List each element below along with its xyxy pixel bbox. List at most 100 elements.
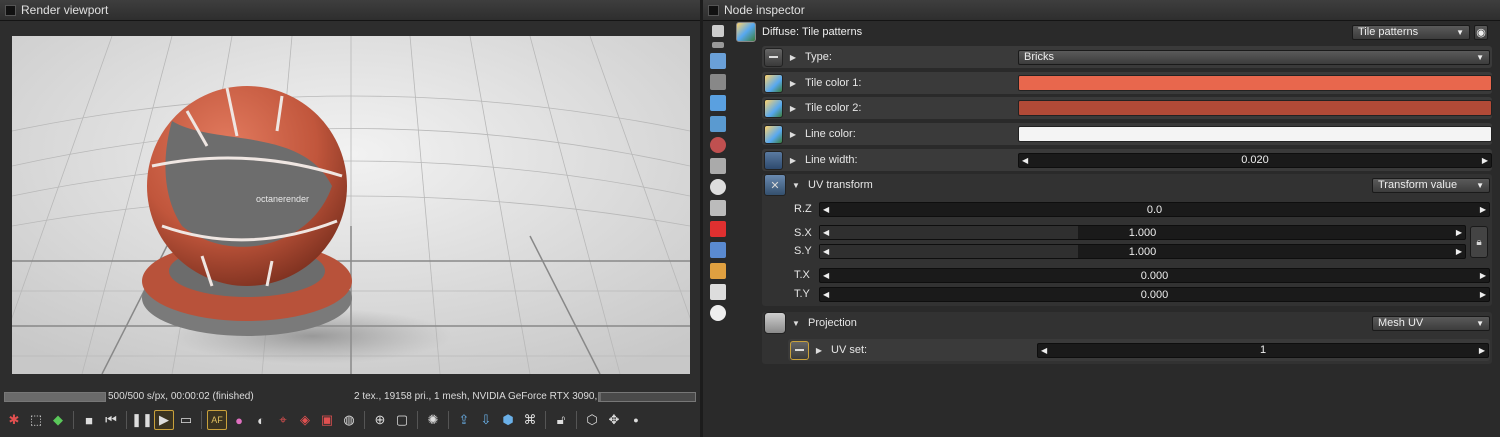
arrow-left-icon[interactable]: ◀ (1041, 346, 1047, 355)
zoom-icon[interactable]: ⊕ (370, 410, 390, 430)
line-width-slider[interactable]: ◀ 0.020 ▶ (1018, 152, 1492, 168)
expand-triangle-icon[interactable]: ▶ (787, 53, 799, 62)
pause-icon[interactable]: ❚❚ (131, 410, 153, 430)
windows-icon[interactable] (712, 25, 724, 37)
expand-triangle-icon[interactable]: ▶ (787, 79, 799, 88)
node-thumbnail[interactable] (736, 22, 756, 42)
image-icon[interactable] (710, 53, 726, 69)
export-icon[interactable]: ⇪ (454, 410, 474, 430)
red-cube-icon[interactable] (710, 221, 726, 237)
inspector-title: Node inspector (724, 3, 805, 17)
region-icon[interactable]: ⬚ (26, 410, 46, 430)
sy-slider[interactable]: ◀ 1.000 ▶ (819, 244, 1466, 259)
display-icon[interactable]: ▭ (176, 410, 196, 430)
move-icon[interactable]: ✥ (604, 410, 624, 430)
render-image[interactable]: octanerender (12, 36, 690, 374)
environment-icon[interactable] (710, 95, 726, 111)
picker-icon[interactable]: ◐ (251, 410, 271, 430)
arrow-left-icon[interactable]: ◀ (823, 205, 829, 214)
frame-icon[interactable] (710, 158, 726, 174)
lock-icon[interactable]: 🔓︎ (551, 410, 571, 430)
node-type-dropdown[interactable]: Tile patterns ▼ (1352, 24, 1470, 40)
transform-icon[interactable]: ⌘ (520, 410, 540, 430)
uv-set-value: 1 (1259, 344, 1267, 356)
expand-triangle-icon[interactable]: ▶ (787, 156, 799, 165)
panel-square-icon[interactable] (5, 4, 16, 16)
clock-icon[interactable] (710, 179, 726, 195)
panel-square-icon[interactable] (708, 4, 719, 16)
stop-icon[interactable]: ■ (79, 410, 99, 430)
texture-pin-icon[interactable] (764, 124, 783, 144)
tile-color-1-swatch[interactable] (1018, 75, 1492, 91)
arrow-left-icon[interactable]: ◀ (823, 228, 829, 237)
projection-value: Mesh UV (1378, 317, 1424, 329)
type-dropdown[interactable]: Bricks ▼ (1018, 49, 1490, 65)
arrow-right-icon[interactable]: ▶ (1482, 156, 1488, 165)
blue-cube-icon[interactable] (710, 242, 726, 258)
arrow-left-icon[interactable]: ◀ (823, 271, 829, 280)
tx-slider[interactable]: ◀ 0.000 ▶ (819, 268, 1490, 283)
cube-color-icon[interactable]: ◆ (48, 410, 68, 430)
arrow-right-icon[interactable]: ▶ (1456, 228, 1462, 237)
lock-scale-icon[interactable]: 🔒︎ (1470, 226, 1488, 258)
node-pin-icon[interactable] (764, 47, 783, 67)
collapse-triangle-icon[interactable]: ▼ (790, 181, 802, 190)
color-icon[interactable]: ● (229, 410, 249, 430)
int-pin-icon[interactable] (790, 340, 809, 360)
sun-icon[interactable] (710, 305, 726, 321)
spinner-icon[interactable]: ✺ (423, 410, 443, 430)
format-icon[interactable]: ▢ (392, 410, 412, 430)
object-icon[interactable]: ◍ (339, 410, 359, 430)
af-icon[interactable]: AF (207, 410, 227, 430)
expand-triangle-icon[interactable]: ▶ (787, 130, 799, 139)
projection-dropdown[interactable]: Mesh UV ▼ (1372, 315, 1490, 331)
transform-pin-icon[interactable]: ✕ (764, 174, 786, 196)
checker-icon[interactable] (710, 200, 726, 216)
arrow-right-icon[interactable]: ▶ (1480, 205, 1486, 214)
cube-outline-icon[interactable]: ⬡ (582, 410, 602, 430)
lock-objects-icon[interactable]: ✱ (4, 410, 24, 430)
arrow-left-icon[interactable]: ◀ (823, 290, 829, 299)
octane-logo-text: octanerender (256, 194, 309, 204)
secondary-progress-bar (598, 392, 696, 402)
arrow-left-icon[interactable]: ◀ (1022, 156, 1028, 165)
material-icon[interactable]: ◈ (295, 410, 315, 430)
restart-icon[interactable]: ⏮ (101, 410, 121, 430)
import-icon[interactable]: ⇩ (476, 410, 496, 430)
status-bar: 500/500 s/px, 00:00:02 (finished) 2 tex.… (2, 390, 698, 404)
expand-triangle-icon[interactable]: ▶ (787, 104, 799, 113)
rz-slider[interactable]: ◀ 0.0 ▶ (819, 202, 1490, 217)
expand-triangle-icon[interactable]: ▶ (813, 346, 825, 355)
projection-pin-icon[interactable] (764, 312, 786, 334)
texture-icon[interactable] (710, 116, 726, 132)
texture-pin-icon[interactable] (764, 98, 783, 118)
camera-icon[interactable]: ▣ (317, 410, 337, 430)
rz-value: 0.0 (1146, 203, 1163, 216)
camera-icon[interactable] (710, 74, 726, 90)
line-width-row: ▶ Line width: ◀ 0.020 ▶ (762, 149, 1492, 171)
arrow-left-icon[interactable]: ◀ (823, 247, 829, 256)
float-pin-icon[interactable] (764, 150, 783, 170)
list-icon[interactable] (712, 42, 724, 48)
ty-slider[interactable]: ◀ 0.000 ▶ (819, 287, 1490, 302)
arrow-right-icon[interactable]: ▶ (1480, 290, 1486, 299)
arrow-right-icon[interactable]: ▶ (1456, 247, 1462, 256)
arrow-right-icon[interactable]: ▶ (1479, 346, 1485, 355)
picture-icon[interactable] (710, 284, 726, 300)
line-color-swatch[interactable] (1018, 126, 1492, 142)
focus-icon[interactable]: ⌖ (273, 410, 293, 430)
dot-icon[interactable]: ● (626, 410, 646, 430)
eye-icon[interactable]: ◉ (1474, 24, 1488, 40)
texture-pin-icon[interactable] (764, 73, 783, 93)
inspector-titlebar: Node inspector (703, 0, 1500, 21)
orange-cube-icon[interactable] (710, 263, 726, 279)
collapse-triangle-icon[interactable]: ▼ (790, 319, 802, 328)
play-icon[interactable]: ▶ (154, 410, 174, 430)
uv-transform-mode-dropdown[interactable]: Transform value ▼ (1372, 177, 1490, 193)
uv-set-slider[interactable]: ◀ 1 ▶ (1037, 342, 1489, 358)
material-icon[interactable] (710, 137, 726, 153)
arrow-right-icon[interactable]: ▶ (1480, 271, 1486, 280)
geometry-icon[interactable]: ⬢ (498, 410, 518, 430)
tile-color-2-swatch[interactable] (1018, 100, 1492, 116)
sx-slider[interactable]: ◀ 1.000 ▶ (819, 225, 1466, 240)
